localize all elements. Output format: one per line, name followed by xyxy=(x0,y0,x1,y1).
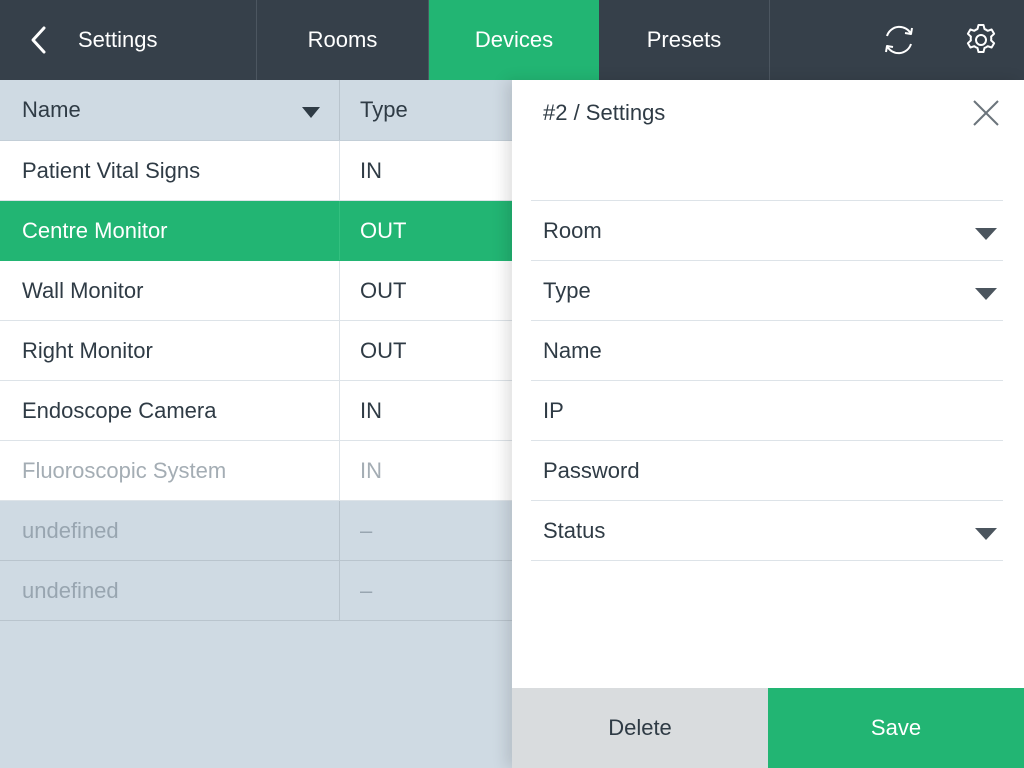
ip-field[interactable]: IP xyxy=(531,381,1003,441)
back-label: Settings xyxy=(78,27,158,52)
device-settings-panel: #2 / Settings Room Type Name IP Password… xyxy=(512,80,1024,768)
tab-devices[interactable]: Devices xyxy=(429,0,599,80)
room-label: Room xyxy=(543,217,602,243)
chevron-left-icon xyxy=(31,26,46,54)
table-row[interactable]: Endoscope Camera IN xyxy=(0,381,512,441)
table-row-empty[interactable]: undefined – xyxy=(0,561,512,621)
status-label: Status xyxy=(543,517,606,543)
refresh-button[interactable] xyxy=(860,0,938,80)
cell-name: Wall Monitor xyxy=(0,261,340,320)
settings-form: Room Type Name IP Password Status xyxy=(531,200,1003,561)
table-row[interactable]: Wall Monitor OUT xyxy=(0,261,512,321)
cell-type: – xyxy=(360,577,373,603)
cell-name: Centre Monitor xyxy=(0,201,340,260)
close-icon[interactable] xyxy=(972,99,1000,127)
type-label: Type xyxy=(543,277,591,303)
back-button[interactable]: Settings xyxy=(0,0,257,80)
save-button[interactable]: Save xyxy=(768,688,1024,768)
top-bar-spacer xyxy=(770,0,860,80)
cell-name: undefined xyxy=(0,561,340,620)
table-row-disabled[interactable]: Fluoroscopic System IN xyxy=(0,441,512,501)
name-field[interactable]: Name xyxy=(531,321,1003,381)
cell-type: OUT xyxy=(360,337,407,363)
cell-type: IN xyxy=(360,397,382,423)
name-label: Name xyxy=(543,337,602,363)
table-row-empty[interactable]: undefined – xyxy=(0,501,512,561)
cell-type: OUT xyxy=(360,277,407,303)
column-header-name-label: Name xyxy=(22,97,81,122)
delete-button[interactable]: Delete xyxy=(512,688,768,768)
cell-name: Right Monitor xyxy=(0,321,340,380)
column-header-type-label: Type xyxy=(360,97,408,122)
password-label: Password xyxy=(543,457,640,483)
column-header-type[interactable]: Type xyxy=(340,80,512,140)
ip-label: IP xyxy=(543,397,564,423)
table-header: Name Type xyxy=(0,80,512,141)
panel-title: #2 / Settings xyxy=(543,100,666,125)
table-row[interactable]: Right Monitor OUT xyxy=(0,321,512,381)
type-select[interactable]: Type xyxy=(531,261,1003,321)
sort-down-icon[interactable] xyxy=(302,107,320,118)
caret-down-icon xyxy=(975,288,997,300)
column-header-name[interactable]: Name xyxy=(0,80,340,140)
cell-type: – xyxy=(360,517,373,543)
password-field[interactable]: Password xyxy=(531,441,1003,501)
cell-type: IN xyxy=(360,157,382,183)
tab-presets[interactable]: Presets xyxy=(599,0,770,80)
tab-rooms[interactable]: Rooms xyxy=(257,0,429,80)
cell-name: Fluoroscopic System xyxy=(0,441,340,500)
settings-button[interactable] xyxy=(938,0,1024,80)
caret-down-icon xyxy=(975,228,997,240)
caret-down-icon xyxy=(975,528,997,540)
cell-name: undefined xyxy=(0,501,340,560)
refresh-icon xyxy=(885,25,913,55)
cell-name: Endoscope Camera xyxy=(0,381,340,440)
room-select[interactable]: Room xyxy=(531,201,1003,261)
table-row-selected[interactable]: Centre Monitor OUT xyxy=(0,201,512,261)
gear-icon xyxy=(966,24,996,53)
cell-type: OUT xyxy=(360,217,407,243)
devices-table: Name Type Patient Vital Signs IN Centre … xyxy=(0,80,512,621)
top-bar: Settings Rooms Devices Presets xyxy=(0,0,1024,80)
status-select[interactable]: Status xyxy=(531,501,1003,561)
cell-name: Patient Vital Signs xyxy=(0,141,340,200)
cell-type: IN xyxy=(360,457,382,483)
table-row[interactable]: Patient Vital Signs IN xyxy=(0,141,512,201)
